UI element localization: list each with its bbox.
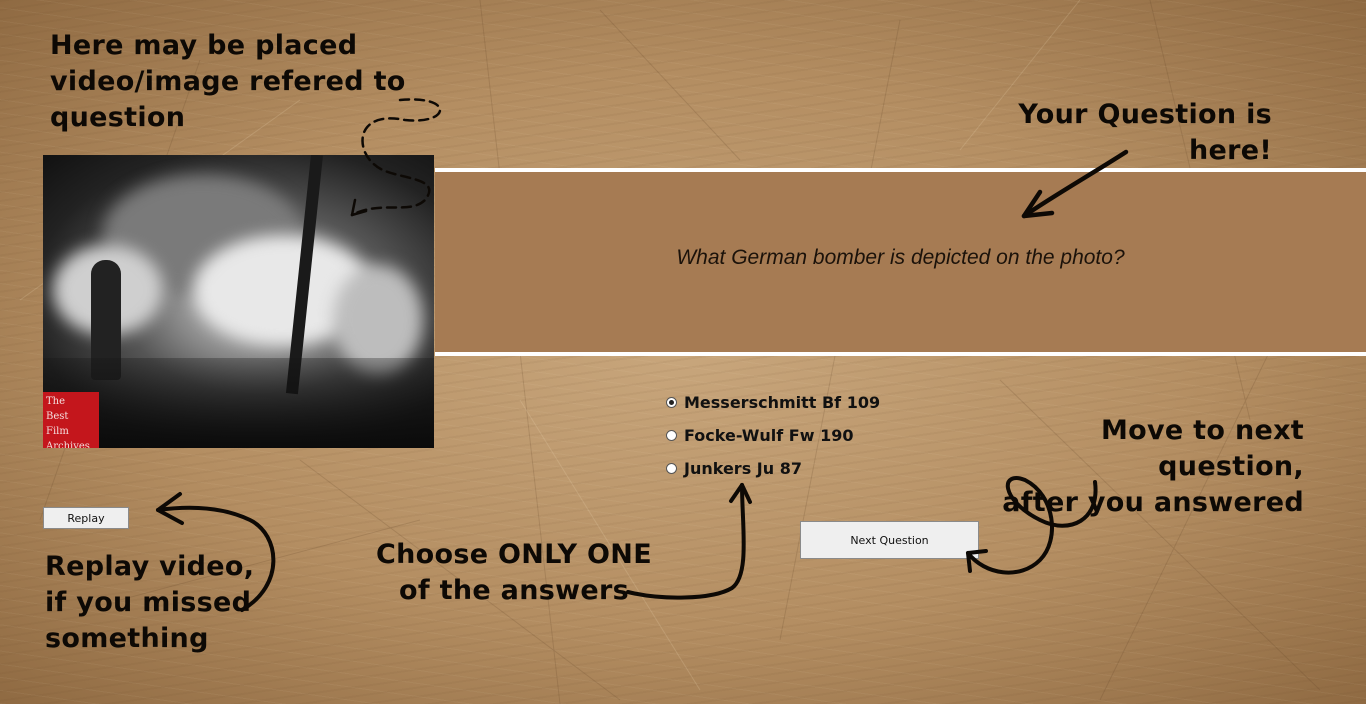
replay-button[interactable]: Replay (43, 507, 129, 529)
ground-shadow (43, 358, 434, 448)
question-band: What German bomber is depicted on the ph… (435, 168, 1366, 356)
answer-label: Messerschmitt Bf 109 (684, 393, 881, 412)
question-text: What German bomber is depicted on the ph… (676, 246, 1125, 269)
watermark-logo: The Best Film Archives (43, 392, 99, 448)
answer-label: Junkers Ju 87 (684, 459, 802, 478)
replay-annotation: Replay video, if you missed something (45, 551, 255, 654)
radio-button[interactable] (666, 430, 677, 441)
question-media[interactable]: The Best Film Archives (43, 155, 434, 448)
radio-button[interactable] (666, 397, 677, 408)
radio-button[interactable] (666, 463, 677, 474)
next-question-button[interactable]: Next Question (800, 521, 979, 559)
answer-list: Messerschmitt Bf 109 Focke-Wulf Fw 190 J… (666, 386, 880, 485)
answer-option-3[interactable]: Junkers Ju 87 (666, 452, 880, 485)
media-annotation: Here may be placed video/image refered t… (50, 30, 406, 133)
choose-annotation: Choose ONLY ONE of the answers (376, 539, 652, 606)
question-annotation: Your Question is here! (1018, 99, 1272, 166)
answer-option-2[interactable]: Focke-Wulf Fw 190 (666, 419, 880, 452)
answer-label: Focke-Wulf Fw 190 (684, 426, 854, 445)
answer-option-1[interactable]: Messerschmitt Bf 109 (666, 386, 880, 419)
next-annotation: Move to next question, after you answere… (1002, 415, 1304, 518)
